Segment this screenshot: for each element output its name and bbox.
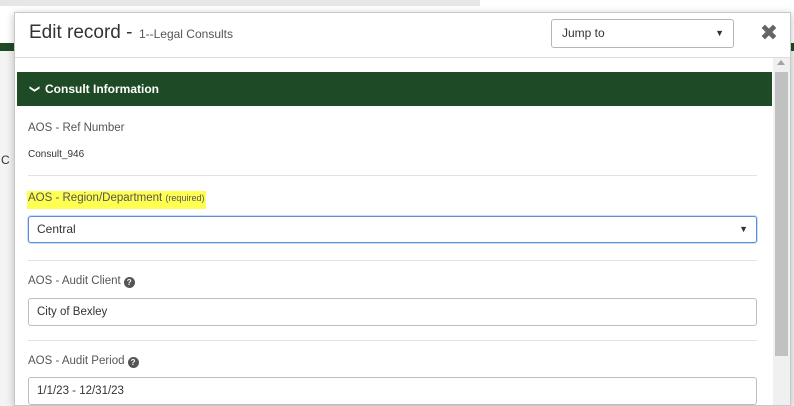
- dialog-header: Edit record - 1--Legal Consults Jump to …: [15, 13, 790, 58]
- background-text-fragment: C: [1, 153, 10, 167]
- divider: [28, 260, 757, 261]
- dialog-title: Edit record - 1--Legal Consults: [29, 22, 233, 44]
- region-department-select[interactable]: Central ▼: [28, 216, 757, 243]
- scrollbar-thumb[interactable]: [775, 72, 788, 356]
- highlight-marker: AOS - Region/Department (required): [27, 191, 207, 209]
- region-department-label-text: AOS - Region/Department: [28, 192, 163, 204]
- edit-record-dialog: Edit record - 1--Legal Consults Jump to …: [14, 12, 791, 406]
- audit-client-label: AOS - Audit Client?: [28, 275, 135, 288]
- audit-client-label-text: AOS - Audit Client: [28, 275, 121, 287]
- help-icon[interactable]: ?: [127, 357, 139, 368]
- region-department-label: AOS - Region/Department (required): [27, 191, 207, 209]
- divider: [28, 175, 757, 176]
- jump-to-select[interactable]: Jump to ▼: [551, 19, 734, 48]
- background-strip: [0, 0, 480, 6]
- dialog-title-text: Edit record -: [29, 22, 133, 43]
- close-icon[interactable]: ✖: [757, 19, 781, 47]
- jump-to-label: Jump to: [562, 26, 605, 40]
- help-icon[interactable]: ?: [123, 277, 135, 288]
- dialog-subtitle: 1--Legal Consults: [138, 27, 233, 41]
- divider: [28, 340, 757, 341]
- caret-down-icon: ▼: [739, 224, 748, 234]
- vertical-scrollbar[interactable]: [773, 58, 790, 405]
- audit-client-input[interactable]: City of Bexley: [28, 298, 757, 326]
- ref-number-value: Consult_946: [28, 149, 85, 160]
- region-department-value: Central: [37, 222, 76, 236]
- required-indicator: (required): [165, 193, 205, 203]
- ref-number-label: AOS - Ref Number: [28, 122, 125, 134]
- audit-period-label: AOS - Audit Period?: [28, 355, 139, 368]
- audit-period-label-text: AOS - Audit Period: [28, 355, 125, 367]
- dialog-body: ❯ Consult Information AOS - Ref Number C…: [15, 58, 790, 405]
- section-consult-information[interactable]: ❯ Consult Information: [17, 72, 772, 106]
- scroll-up-arrow-icon[interactable]: [777, 60, 785, 65]
- audit-period-input[interactable]: 1/1/23 - 12/31/23: [28, 377, 757, 405]
- section-title: Consult Information: [45, 82, 159, 96]
- caret-down-icon: ▼: [715, 28, 724, 38]
